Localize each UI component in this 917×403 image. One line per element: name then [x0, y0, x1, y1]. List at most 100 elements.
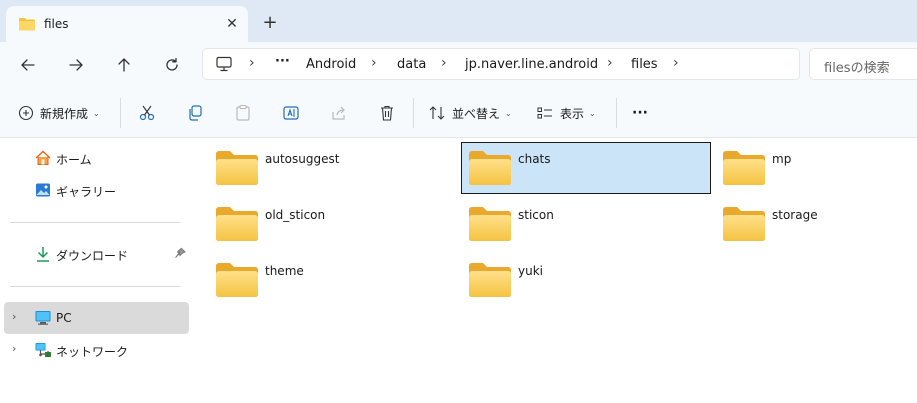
- more-options-button[interactable]: ···: [632, 101, 648, 125]
- breadcrumb-overflow[interactable]: ···: [275, 54, 290, 69]
- sidebar-item-pc[interactable]: › PC: [4, 302, 189, 334]
- tab-files[interactable]: files ✕: [6, 6, 248, 42]
- rename-icon: [283, 106, 299, 120]
- folder-item-sticon[interactable]: sticon: [461, 198, 711, 250]
- paste-icon: [236, 104, 250, 121]
- pin-icon[interactable]: [174, 247, 186, 262]
- sidebar-item-label: ダウンロード: [56, 249, 129, 263]
- sidebar-item-label: ホーム: [56, 153, 92, 167]
- search-box[interactable]: filesの検索: [809, 48, 917, 80]
- back-button[interactable]: [12, 50, 44, 80]
- tab-strip: files ✕ +: [0, 0, 917, 42]
- folder-item-storage[interactable]: storage: [715, 198, 917, 250]
- new-button[interactable]: 新規作成 ⌄: [18, 101, 100, 125]
- sidebar-item-home[interactable]: ホーム: [4, 142, 189, 174]
- breadcrumb-separator: ›: [371, 55, 377, 71]
- folder-item-chats[interactable]: chats: [461, 142, 711, 194]
- sort-button[interactable]: 並べ替え ⌄: [428, 101, 512, 125]
- breadcrumb-separator: ›: [607, 55, 613, 71]
- folder-name: chats: [518, 152, 551, 166]
- breadcrumb-item-package[interactable]: jp.naver.line.android: [465, 57, 598, 72]
- close-tab-icon[interactable]: ✕: [220, 12, 244, 36]
- folder-icon: [215, 206, 259, 245]
- computer-icon: [215, 56, 233, 75]
- folder-icon: [18, 17, 36, 34]
- sidebar-item-label: PC: [56, 311, 72, 325]
- sidebar-item-label: ネットワーク: [56, 345, 129, 359]
- cut-button[interactable]: [138, 101, 156, 125]
- up-button[interactable]: [108, 50, 140, 80]
- breadcrumb-separator: ›: [673, 55, 679, 71]
- arrow-right-icon: [69, 59, 83, 71]
- gallery-icon: [34, 181, 52, 202]
- breadcrumb-separator: ›: [249, 55, 255, 71]
- folder-name: sticon: [518, 208, 554, 222]
- search-placeholder: filesの検索: [824, 61, 890, 76]
- sidebar-item-network[interactable]: › ネットワーク: [4, 334, 189, 366]
- folder-name: mp: [772, 152, 792, 166]
- download-icon: [34, 245, 52, 266]
- tab-title: files: [44, 17, 69, 31]
- divider: [413, 98, 414, 128]
- folder-icon: [468, 150, 512, 189]
- new-tab-button[interactable]: +: [258, 10, 282, 34]
- view-list-icon: [537, 107, 552, 119]
- view-button[interactable]: 表示 ⌄: [536, 101, 596, 125]
- copy-icon: [189, 105, 202, 121]
- navigation-pane: ホーム ギャラリー ダウンロード › PC › ネットワーク: [0, 138, 190, 403]
- share-button[interactable]: [330, 101, 348, 125]
- file-list: autosuggest chats mp old_sticon sticon s…: [190, 138, 917, 403]
- sidebar-item-downloads[interactable]: ダウンロード: [4, 238, 189, 270]
- rename-button[interactable]: [282, 101, 300, 125]
- chevron-down-icon: ⌄: [589, 108, 596, 118]
- folder-item-yuki[interactable]: yuki: [461, 254, 711, 306]
- folder-icon: [722, 206, 766, 245]
- divider: [120, 98, 121, 128]
- breadcrumb-item-files[interactable]: files: [631, 57, 658, 72]
- view-label: 表示: [560, 106, 585, 121]
- folder-item-autosuggest[interactable]: autosuggest: [208, 142, 458, 194]
- divider: [616, 98, 617, 128]
- folder-icon: [468, 262, 512, 301]
- folder-name: storage: [772, 208, 818, 222]
- folder-item-mp[interactable]: mp: [715, 142, 917, 194]
- refresh-button[interactable]: [156, 50, 188, 80]
- divider: [10, 286, 180, 287]
- folder-name: theme: [265, 264, 304, 278]
- folder-item-theme[interactable]: theme: [208, 254, 458, 306]
- folder-icon: [215, 150, 259, 189]
- folder-icon: [468, 206, 512, 245]
- divider: [10, 222, 180, 223]
- folder-name: yuki: [518, 264, 543, 278]
- refresh-icon: [166, 57, 178, 71]
- trash-icon: [381, 105, 393, 121]
- chevron-right-icon[interactable]: ›: [12, 310, 16, 323]
- breadcrumb-item-android[interactable]: Android: [306, 57, 356, 72]
- sort-label: 並べ替え: [452, 106, 501, 121]
- copy-button[interactable]: [186, 101, 204, 125]
- address-bar[interactable]: › ··· Android › data › jp.naver.line.and…: [202, 48, 800, 80]
- plus-circle-icon: [18, 105, 34, 121]
- folder-icon: [722, 150, 766, 189]
- arrow-up-icon: [118, 58, 130, 72]
- chevron-down-icon: ⌄: [93, 108, 100, 118]
- chevron-right-icon[interactable]: ›: [12, 342, 16, 355]
- folder-name: old_sticon: [265, 208, 326, 222]
- paste-button[interactable]: [234, 101, 252, 125]
- forward-button[interactable]: [60, 50, 92, 80]
- new-label: 新規作成: [40, 106, 89, 121]
- folder-icon: [215, 262, 259, 301]
- command-bar: 新規作成 ⌄ 並べ替え ⌄ 表示 ⌄ ···: [0, 88, 917, 138]
- sidebar-item-label: ギャラリー: [56, 185, 117, 199]
- chevron-down-icon: ⌄: [505, 108, 512, 118]
- folder-item-old-sticon[interactable]: old_sticon: [208, 198, 458, 250]
- delete-button[interactable]: [378, 101, 396, 125]
- network-icon: [34, 341, 52, 362]
- breadcrumb-separator: ›: [441, 55, 447, 71]
- sort-icon: [429, 106, 445, 120]
- pc-icon: [34, 309, 52, 330]
- breadcrumb-item-data[interactable]: data: [397, 57, 426, 72]
- sidebar-item-gallery[interactable]: ギャラリー: [4, 174, 189, 206]
- folder-name: autosuggest: [265, 152, 340, 166]
- scissors-icon: [139, 105, 155, 121]
